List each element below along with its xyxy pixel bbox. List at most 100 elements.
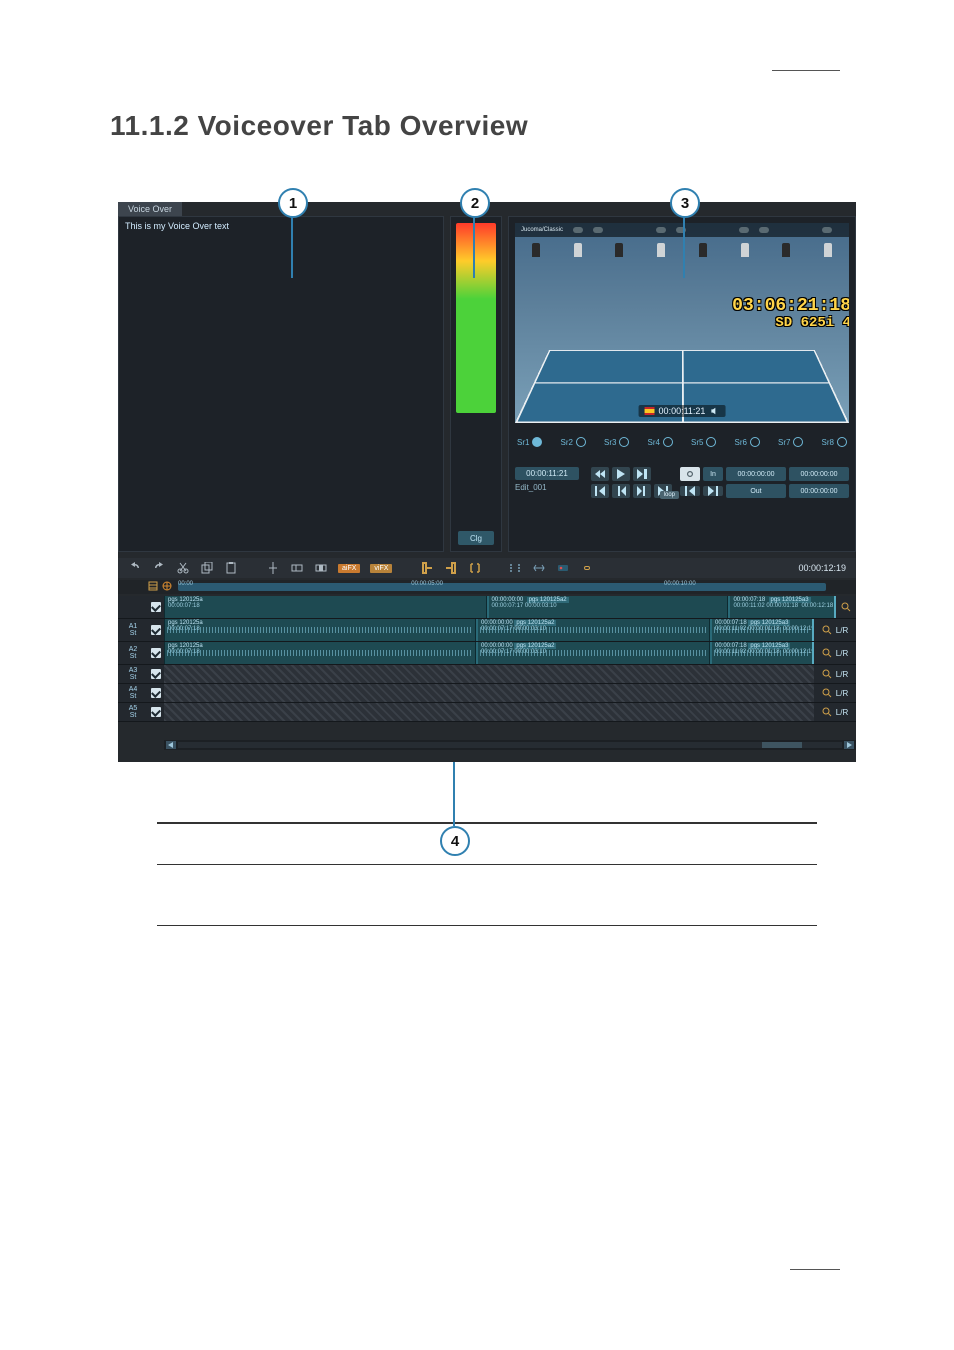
record-icon[interactable]	[556, 561, 570, 575]
go-in-button[interactable]	[680, 486, 700, 496]
track-head-a4: A4St	[118, 684, 148, 702]
source-7[interactable]: Sr7	[778, 437, 803, 447]
track-head-a3: A3St	[118, 665, 148, 683]
insert-icon[interactable]	[290, 561, 304, 575]
redo-icon[interactable]	[152, 561, 166, 575]
voiceover-text[interactable]: This is my Voice Over text	[119, 217, 443, 235]
undo-icon[interactable]	[128, 561, 142, 575]
play-button[interactable]	[612, 467, 630, 481]
clip-v2-tc: 00:00:07:17 00:00:03:10	[492, 603, 725, 609]
source-1[interactable]: Sr1	[517, 437, 542, 447]
speaker-icon	[709, 407, 719, 415]
loop-tag: loop	[660, 491, 679, 499]
source-4[interactable]: Sr4	[648, 437, 673, 447]
track-enable-a2[interactable]	[148, 642, 164, 664]
track-tail-a2: L/R	[814, 642, 856, 664]
rewind-button[interactable]	[591, 467, 609, 481]
track-zoom-video[interactable]	[836, 596, 856, 618]
track-enable-video[interactable]	[148, 596, 164, 618]
play-to-out-button[interactable]	[633, 467, 651, 481]
scoreboard-label: Jucoma/Classic	[521, 227, 563, 233]
ruler-end-label: 00:00:10:00	[664, 581, 696, 587]
burnt-in-timecode: 03:06:21:18 SD 625i 4	[732, 297, 849, 331]
mark-out-icon[interactable]	[444, 561, 458, 575]
ruler-mid-label: 00:00:05:00	[411, 581, 443, 587]
source-3[interactable]: Sr3	[604, 437, 629, 447]
source-selector-row: Sr1 Sr2 Sr3 Sr4 Sr5 Sr6 Sr7 Sr8	[515, 437, 849, 447]
track-tail-a1: L/R	[814, 619, 856, 641]
overwrite-icon[interactable]	[314, 561, 328, 575]
monitor-timecode: 00:00:11:21	[659, 406, 706, 416]
figure-legend	[157, 822, 817, 926]
track-enable-a3[interactable]	[148, 665, 164, 683]
vu-meter-panel: Clg	[450, 216, 502, 552]
callout-4: 4	[440, 826, 470, 856]
source-2[interactable]: Sr2	[561, 437, 586, 447]
source-5[interactable]: Sr5	[691, 437, 716, 447]
scroll-thumb[interactable]	[762, 742, 802, 748]
ruler-icon-2[interactable]	[162, 578, 172, 596]
monitor-panel: Jucoma/Classic	[508, 216, 856, 552]
clip-v1-tc: 00:00:07:18	[168, 603, 483, 609]
track-enable-a1[interactable]	[148, 619, 164, 641]
out-label: Out	[726, 484, 786, 498]
section-heading: 11.1.2 Voiceover Tab Overview	[110, 110, 864, 142]
track-enable-a4[interactable]	[148, 684, 164, 702]
go-start-button[interactable]	[591, 484, 609, 498]
step-fwd-button[interactable]	[633, 484, 651, 498]
es-flag-icon	[645, 407, 655, 415]
vifx-chip[interactable]: viFX	[370, 564, 392, 573]
timeline-scrollbar[interactable]	[164, 740, 856, 750]
zoom-icon[interactable]	[822, 688, 832, 698]
vu-meter	[456, 223, 496, 413]
in-timecode[interactable]: 00:00:00:00	[726, 467, 786, 481]
loop-toggle[interactable]	[680, 467, 700, 481]
track-head-a2: A2St	[118, 642, 148, 664]
dur-timecode[interactable]: 00:00:00:00	[789, 467, 849, 481]
zoom-icon[interactable]	[822, 669, 832, 679]
zoom-icon[interactable]	[822, 648, 832, 658]
paste-icon[interactable]	[224, 561, 238, 575]
callout-3: 3	[670, 188, 700, 218]
ruler-icon-1[interactable]	[148, 578, 158, 596]
timeline-panel: pgs 120125a 00:00:07:18 00:00:00:00 pgs …	[118, 596, 856, 750]
copy-icon[interactable]	[200, 561, 214, 575]
voiceover-tab[interactable]: Voice Over	[118, 202, 182, 216]
bracket-icon[interactable]	[468, 561, 482, 575]
in-out-grid: In 00:00:00:00 00:00:00:00 Out 00:00:00:…	[680, 467, 849, 498]
timeline-ruler[interactable]: 00:00 00:00:05:00 00:00:10:00	[118, 580, 856, 594]
zoom-icon[interactable]	[822, 707, 832, 717]
clg-button[interactable]: Clg	[458, 531, 494, 545]
aifx-chip[interactable]: aiFX	[338, 564, 360, 573]
toolbar-timecode: 00:00:12:19	[798, 563, 846, 573]
ruler-start-label: 00:00	[178, 581, 193, 587]
link-icon[interactable]	[580, 561, 594, 575]
track-enable-a5[interactable]	[148, 703, 164, 721]
timeline-toolbar: aiFX viFX 00:00:12:19	[118, 558, 856, 578]
track-head-video	[118, 596, 148, 618]
track-head-a5: A5St	[118, 703, 148, 721]
clear-bracket-icon[interactable]	[508, 561, 522, 575]
track-head-a1: A1St	[118, 619, 148, 641]
mark-in-icon[interactable]	[420, 561, 434, 575]
step-back-button[interactable]	[612, 484, 630, 498]
lr-badge: L/R	[836, 626, 848, 635]
voiceover-text-panel: This is my Voice Over text	[118, 216, 444, 552]
source-6[interactable]: Sr6	[735, 437, 760, 447]
marker-icon[interactable]	[266, 561, 280, 575]
in-label: In	[703, 467, 723, 481]
video-monitor: Jucoma/Classic	[515, 223, 849, 423]
voiceover-editor-screenshot: Voice Over This is my Voice Over text Cl…	[118, 202, 856, 762]
scroll-right-icon[interactable]	[844, 741, 854, 749]
scroll-left-icon[interactable]	[166, 741, 176, 749]
zoom-icon[interactable]	[822, 625, 832, 635]
callout-1: 1	[278, 188, 308, 218]
go-out-button[interactable]	[703, 486, 723, 496]
fit-icon[interactable]	[532, 561, 546, 575]
position-timecode[interactable]: 00:00:11:21	[515, 467, 579, 480]
callout-2: 2	[460, 188, 490, 218]
out-timecode[interactable]: 00:00:00:00	[789, 484, 849, 498]
cut-icon[interactable]	[176, 561, 190, 575]
edit-name: Edit_001	[515, 483, 579, 492]
source-8[interactable]: Sr8	[822, 437, 847, 447]
